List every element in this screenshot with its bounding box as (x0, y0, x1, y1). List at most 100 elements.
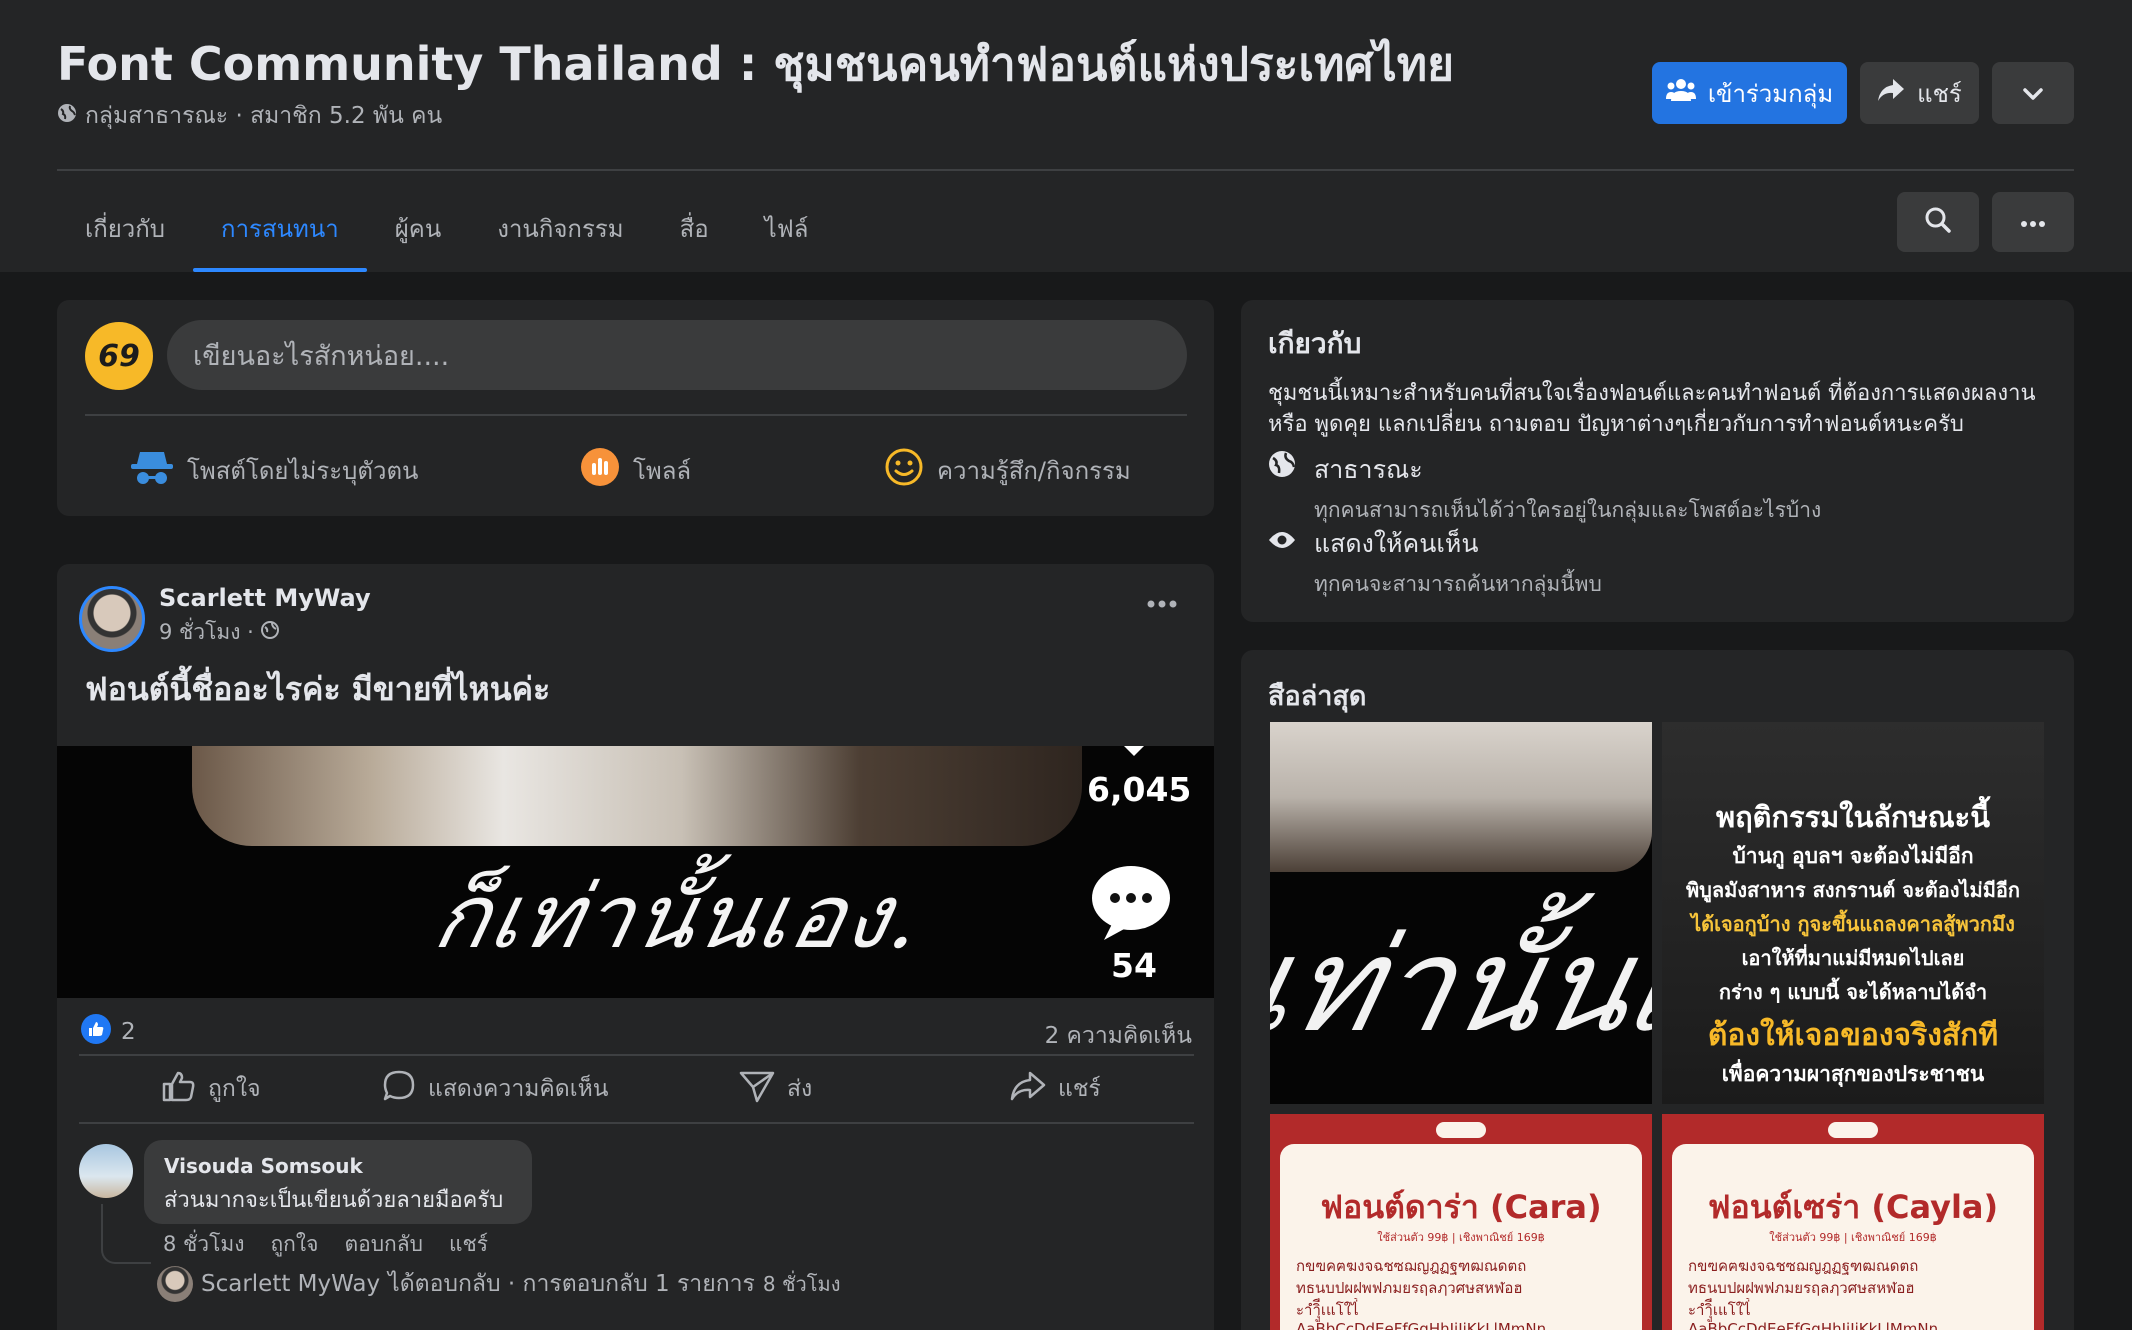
comment-icon (382, 1069, 416, 1109)
composer-input[interactable]: เขียนอะไรสักหน่อย.... (167, 320, 1187, 390)
search-icon (1924, 206, 1952, 238)
chevron-down-icon (2022, 79, 2044, 107)
join-group-button[interactable]: เข้าร่วมกลุ่ม (1652, 62, 1847, 124)
group-meta: กลุ่มสาธารณะ · สมาชิก 5.2 พัน คน (57, 98, 442, 134)
view-replies-link[interactable]: Scarlett MyWay ได้ตอบกลับ · การตอบกลับ 1… (157, 1266, 840, 1302)
send-button[interactable]: ส่ง (739, 1064, 812, 1114)
thumb-script-text: เท่านั้นเอ (1270, 909, 1652, 1061)
group-privacy-members: กลุ่มสาธารณะ · สมาชิก 5.2 พัน คน (85, 103, 443, 129)
font-sample-line: ะาำิีึืุูเแโใไ่้๊๋็์ (1296, 1301, 1359, 1319)
incognito-icon (131, 448, 173, 492)
group-options-button[interactable] (1992, 62, 2074, 124)
comment-button[interactable]: แสดงความคิดเห็น (382, 1064, 608, 1114)
tab-discussion[interactable]: การสนทนา (193, 185, 367, 272)
font-sample-price: ใช้ส่วนตัว 99฿ | เชิงพาณิชย์ 169฿ (1769, 1231, 1937, 1244)
about-heading: เกียวกับ (1268, 327, 1362, 360)
font-sample-title: ฟอนต์ดาร่า (Cara) (1320, 1188, 1602, 1226)
about-visible-row: แสดงให้คนเห็น ทุกคนจะสามารถค้นหากลุ่มนี้… (1268, 524, 1602, 601)
poll-button[interactable]: โพลล์ (581, 440, 691, 500)
comment-count[interactable]: 2 ความคิดเห็น (1045, 1018, 1192, 1054)
post-options-button[interactable] (1147, 594, 1177, 613)
search-group-button[interactable] (1897, 192, 1979, 252)
post-author-avatar[interactable] (79, 586, 145, 652)
reply-thread-line (101, 1204, 151, 1264)
like-reaction-icon (81, 1014, 111, 1050)
header-divider (57, 169, 2074, 171)
smiley-icon (885, 448, 923, 492)
group-header: Font Community Thailand : ชุมชนคนทำฟอนต์… (0, 0, 2132, 272)
group-tabs: เกี่ยวกับ การสนทนา ผู้คน งานกิจกรรม สื่อ… (57, 185, 836, 272)
media-thumbnail[interactable]: ฟอนต์ดาร่า (Cara) ใช้ส่วนตัว 99฿ | เชิงพ… (1270, 1114, 1652, 1330)
group-title: Font Community Thailand : ชุมชนคนทำฟอนต์… (57, 37, 1455, 91)
commenter-name[interactable]: Visouda Somsouk (164, 1154, 512, 1178)
share-post-button[interactable]: แชร์ (1010, 1064, 1101, 1114)
comment-actions: 8 ชั่วโมง ถูกใจ ตอบกลับ แชร์ (163, 1228, 488, 1261)
about-public-desc: ทุกคนสามารถเห็นได้ว่าใครอยู่ในกลุ่มและโพ… (1314, 498, 1822, 522)
sneakers-photo (1270, 722, 1652, 872)
globe-icon (260, 620, 280, 645)
globe-icon (57, 103, 77, 129)
anonymous-post-button[interactable]: โพสต์โดยไม่ระบุตัวตน (131, 440, 418, 500)
font-sample-title: ฟอนต์เซร่า (Cayla) (1707, 1188, 1999, 1226)
poll-icon (581, 448, 619, 492)
font-sample-line: กขฃคฅฆงจฉชซฌญฎฏฐฑฒณดตถ (1296, 1257, 1527, 1275)
send-icon (739, 1069, 775, 1109)
thumb-caption-line: กร่าง ๆ แบบนี้ จะได้หลาบได้จำ (1718, 980, 1988, 1004)
font-sample-line: ทธนบปผฝพฟภมยรฤลฦวศษสหฬอฮ (1688, 1279, 1915, 1297)
like-label: ถูกใจ (208, 1076, 261, 1102)
commenter-avatar[interactable] (79, 1144, 133, 1198)
poll-label: โพลล์ (633, 456, 692, 485)
post-divider (79, 1054, 1194, 1056)
about-card: เกียวกับ ชุมชนนี้เหมาะสำหรับคนที่สนใจเรื… (1241, 300, 2074, 622)
post-reactions[interactable]: 2 (81, 1014, 136, 1050)
comment-time[interactable]: 8 ชั่วโมง (163, 1228, 244, 1261)
comment-reply-button[interactable]: ตอบกลับ (344, 1228, 423, 1261)
feeling-activity-label: ความรู้สึก/กิจกรรม (937, 456, 1131, 485)
post-author-name[interactable]: Scarlett MyWay (159, 584, 371, 612)
tab-files[interactable]: ไฟล์ (737, 185, 837, 272)
share-post-label: แชร์ (1058, 1076, 1101, 1102)
recent-media-card: สือล่าสุด เท่านั้นเอ พฤติกรรมในลักษณะนี้… (1241, 650, 2074, 1330)
comment-like-button[interactable]: ถูกใจ (270, 1228, 318, 1261)
media-thumbnail[interactable]: ฟอนต์เซร่า (Cayla) ใช้ส่วนตัว 99฿ | เชิง… (1662, 1114, 2044, 1330)
font-sample-sheet: ฟอนต์เซร่า (Cayla) ใช้ส่วนตัว 99฿ | เชิง… (1672, 1144, 2034, 1330)
reply-summary-text: ได้ตอบกลับ · การตอบกลับ 1 รายการ (388, 1271, 755, 1297)
font-sample-price: ใช้ส่วนตัว 99฿ | เชิงพาณิชย์ 169฿ (1377, 1231, 1545, 1244)
comment-bubble: Visouda Somsouk ส่วนมากจะเป็นเขียนด้วยลา… (144, 1140, 532, 1224)
cloud-icon (1436, 1122, 1486, 1138)
about-description: ชุมชนนี้เหมาะสำหรับคนที่สนใจเรื่องฟอนต์แ… (1268, 381, 2036, 437)
comment-share-button[interactable]: แชร์ (449, 1228, 488, 1261)
about-visible-desc: ทุกคนจะสามารถค้นหากลุ่มนี้พบ (1314, 572, 1602, 596)
comment-bubble-icon (1090, 864, 1172, 944)
thumb-caption-line: เพื่อความผาสุกของประชาชน (1721, 1062, 1985, 1086)
post-image[interactable]: ก็เท่านั้นเอง. 6,045 54 (57, 746, 1214, 998)
font-sample-line: ทธนบปผฝพฟภมยรฤลฦวศษสหฬอฮ (1296, 1279, 1523, 1297)
post-composer: 69 เขียนอะไรสักหน่อย.... โพสต์โดยไม่ระบุ… (57, 300, 1214, 516)
feeling-activity-button[interactable]: ความรู้สึก/กิจกรรม (885, 440, 1131, 500)
tab-people[interactable]: ผู้คน (367, 185, 470, 272)
share-group-button[interactable]: แชร์ (1860, 62, 1979, 124)
video-comment-count: 54 (1111, 946, 1157, 985)
like-button[interactable]: ถูกใจ (162, 1064, 261, 1114)
more-options-button[interactable] (1992, 192, 2074, 252)
about-public-title: สาธารณะ (1314, 455, 1423, 484)
font-sample-line: กขฃคฅฆงจฉชซฌญฎฏฐฑฒณดตถ (1688, 1257, 1919, 1275)
media-thumbnail[interactable]: เท่านั้นเอ (1270, 722, 1652, 1104)
tab-events[interactable]: งานกิจกรรม (469, 185, 651, 272)
media-thumbnail[interactable]: พฤติกรรมในลักษณะนี้ บ้านกู อุบลฯ จะต้องไ… (1662, 722, 2044, 1104)
comment-label: แสดงความคิดเห็น (428, 1076, 609, 1102)
post-timestamp: 9 ชั่วโมง · (159, 616, 280, 649)
thumb-caption-line: ต้องให้เจอของจริงสักที (1707, 1018, 1999, 1053)
user-avatar[interactable]: 69 (85, 322, 153, 390)
about-public-row: สาธารณะ ทุกคนสามารถเห็นได้ว่าใครอยู่ในกล… (1268, 450, 1821, 527)
composer-divider (85, 414, 1187, 416)
thumb-caption-line: บ้านกู อุบลฯ จะต้องไม่มีอีก (1732, 844, 1974, 868)
tab-about[interactable]: เกี่ยวกับ (57, 185, 193, 272)
share-arrow-icon (1877, 77, 1905, 109)
tab-media[interactable]: สื่อ (652, 185, 737, 272)
post-time-text[interactable]: 9 ชั่วโมง · (159, 616, 254, 649)
anonymous-post-label: โพสต์โดยไม่ระบุตัวตน (187, 456, 419, 485)
font-sample-line: ะาำิีึืุูเแโใไ่้๊๋็์ (1688, 1301, 1751, 1319)
join-group-label: เข้าร่วมกลุ่ม (1707, 79, 1834, 108)
font-sample-line: AaBbCcDdEeFfGgHhIiJjKkLlMmNn (1296, 1320, 1547, 1330)
